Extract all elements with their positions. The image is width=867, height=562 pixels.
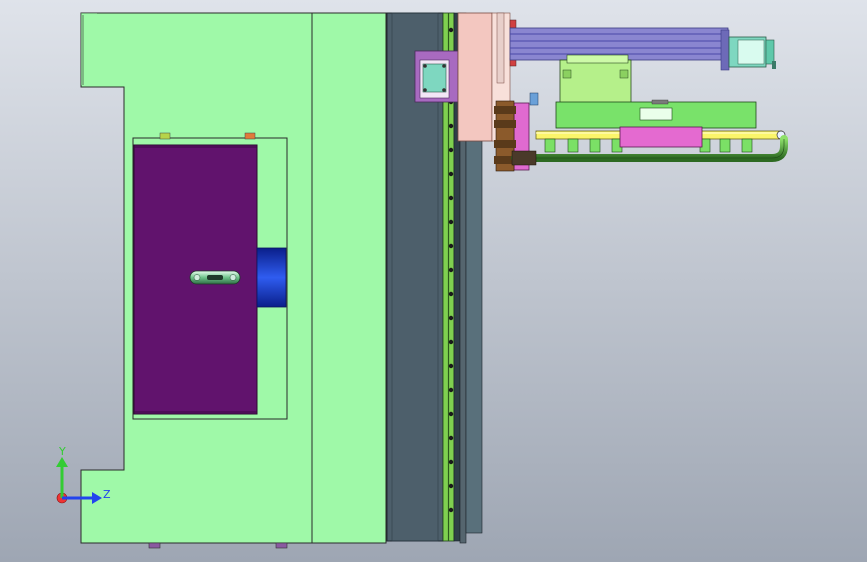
rail-bolt	[448, 171, 454, 177]
rail-bolt	[448, 483, 454, 489]
rail-bolt	[448, 123, 454, 129]
rail-bolt	[448, 315, 454, 321]
cad-viewport[interactable]: Y Z	[0, 0, 867, 562]
gripper-pad	[589, 138, 601, 153]
foot-left	[148, 542, 161, 549]
servo-motor[interactable]	[728, 36, 776, 69]
rail-bolt	[448, 435, 454, 441]
rail-bolt	[448, 195, 454, 201]
gripper-pad	[741, 138, 753, 153]
cad-model-view[interactable]: Y Z	[0, 0, 867, 562]
rail-bolt	[448, 507, 454, 513]
rail-bolt	[448, 219, 454, 225]
jaw-block[interactable]	[619, 126, 703, 148]
rail-bolt	[448, 267, 454, 273]
rail-bolt	[448, 291, 454, 297]
rail-bolt	[448, 147, 454, 153]
axis-z-label: Z	[103, 488, 111, 501]
rail-bolt	[448, 243, 454, 249]
motor-mount-bracket[interactable]	[414, 50, 459, 103]
rail-bolt	[448, 363, 454, 369]
gripper-pad	[719, 138, 731, 153]
rail-bolt	[448, 27, 454, 33]
door-marker-left	[159, 132, 171, 140]
rail-bolt	[448, 411, 454, 417]
foot-right	[275, 542, 288, 549]
axis-y-label: Y	[58, 445, 66, 458]
gripper-arm-plate[interactable]	[555, 99, 757, 129]
rail-bolt	[448, 339, 454, 345]
rail-bolt	[448, 459, 454, 465]
gripper-pad	[567, 138, 579, 153]
rail-bolt	[448, 387, 454, 393]
gripper-pad	[544, 138, 556, 153]
door-handle[interactable]	[189, 270, 241, 285]
spindle-cylinder[interactable]	[256, 247, 287, 308]
door-marker-right	[244, 132, 256, 140]
